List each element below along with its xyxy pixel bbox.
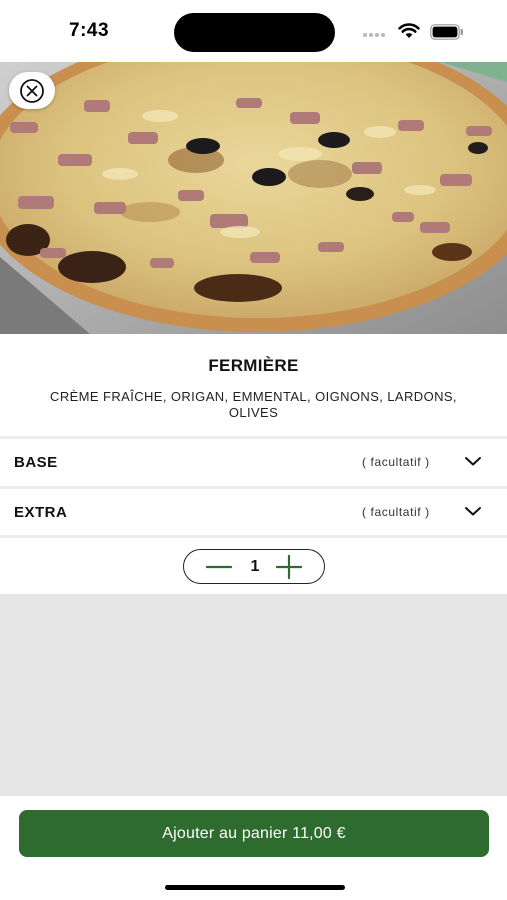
product-image — [0, 62, 507, 334]
option-label: BASE — [14, 454, 58, 471]
empty-content-area — [0, 594, 507, 796]
option-row-extra[interactable]: EXTRA ( facultatif ) — [0, 489, 507, 535]
add-to-cart-label: Ajouter au panier 11,00 € — [162, 824, 346, 842]
pizza-photo — [0, 62, 507, 334]
status-time: 7:43 — [69, 20, 110, 41]
option-row-base[interactable]: BASE ( facultatif ) — [0, 439, 507, 485]
home-indicator — [165, 885, 345, 890]
plus-icon[interactable] — [276, 555, 302, 579]
battery-icon — [430, 24, 463, 40]
chevron-down-icon — [465, 457, 481, 466]
status-bar: 7:43 — [0, 0, 507, 62]
quantity-stepper: 1 — [183, 549, 325, 584]
close-button[interactable] — [9, 72, 55, 109]
chevron-down-icon — [465, 507, 481, 516]
close-circle-icon — [20, 78, 44, 103]
minus-icon[interactable] — [206, 559, 232, 575]
divider — [0, 535, 507, 538]
product-title: FERMIÈRE — [208, 356, 299, 375]
dynamic-island — [174, 13, 335, 52]
wifi-icon — [398, 23, 420, 38]
option-label: EXTRA — [14, 504, 68, 521]
option-note: ( facultatif ) — [362, 505, 430, 519]
option-note: ( facultatif ) — [362, 455, 430, 469]
product-description: CRÈME FRAÎCHE, ORIGAN, EMMENTAL, OIGNONS… — [50, 389, 457, 420]
quantity-value: 1 — [250, 558, 260, 575]
cellular-signal-icon — [363, 33, 391, 39]
add-to-cart-button[interactable]: Ajouter au panier 11,00 € — [19, 810, 489, 857]
